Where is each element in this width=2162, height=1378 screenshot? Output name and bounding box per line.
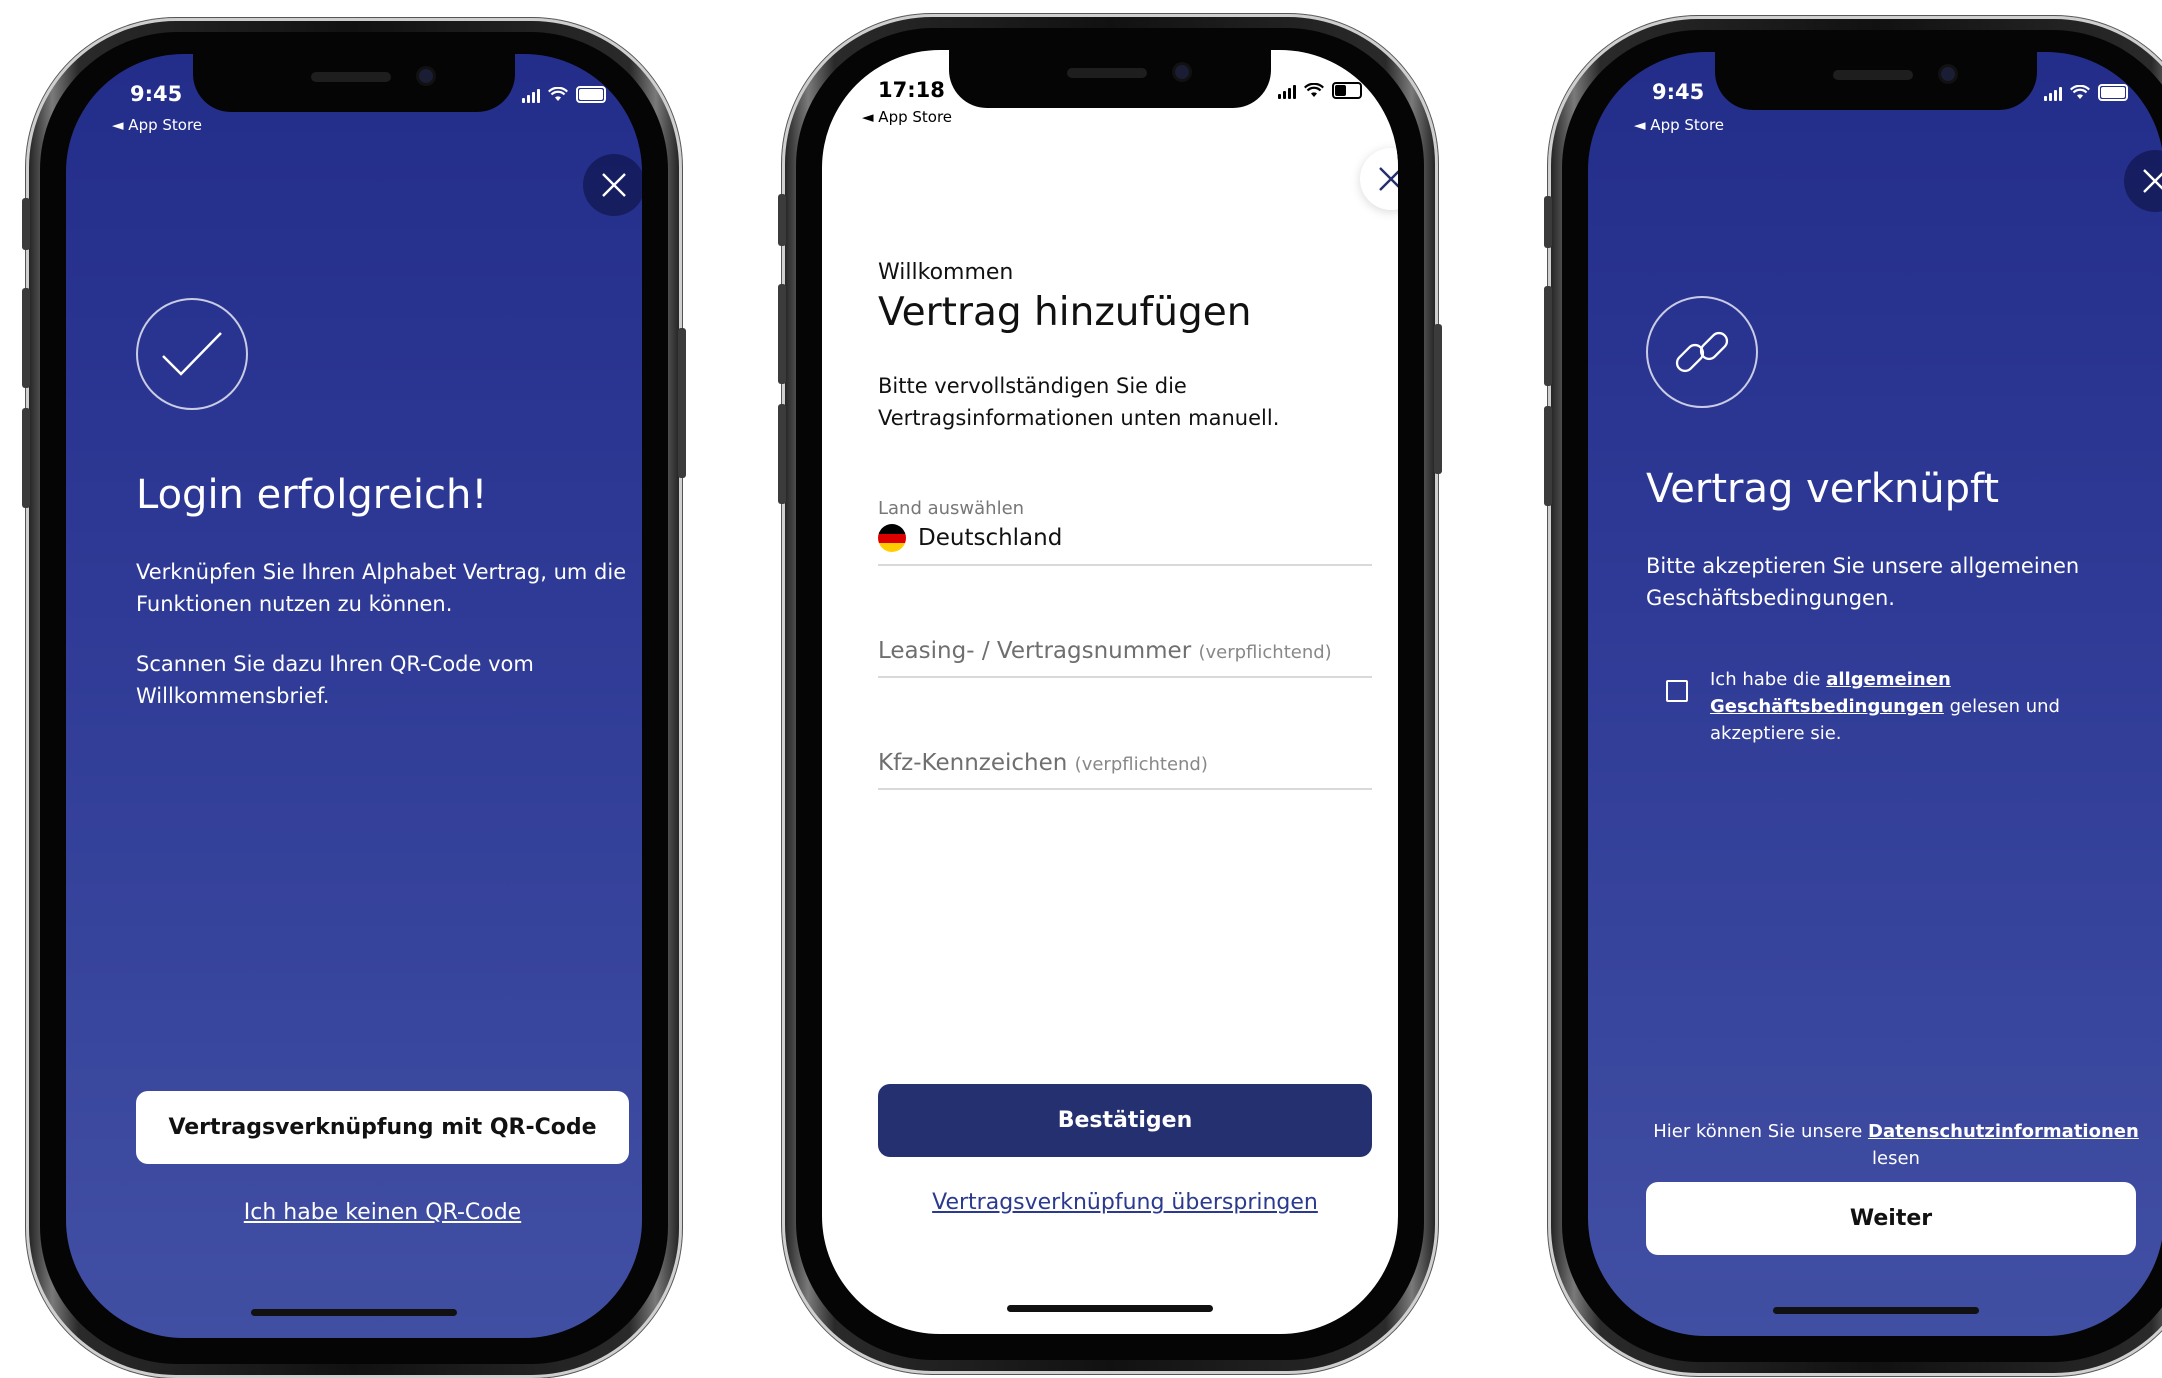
back-to-app-store[interactable]: ◄ App Store bbox=[112, 116, 202, 134]
screen-contract-linked: 9:45 ◄ App Store Vertrag verknüpft Bitte… bbox=[1588, 52, 2162, 1336]
welcome-label: Willkommen bbox=[878, 260, 1014, 285]
volume-down-button bbox=[778, 404, 786, 504]
license-plate-placeholder: Kfz-Kennzeichen bbox=[878, 750, 1068, 776]
country-underline bbox=[878, 564, 1372, 566]
phone-frame-login-success: 9:45 ◄ App Store Login erfolgreich! Verk… bbox=[22, 18, 686, 1378]
back-to-app-store[interactable]: ◄ App Store bbox=[862, 108, 952, 126]
volume-down-button bbox=[22, 408, 30, 508]
accept-terms-intro: Bitte akzeptieren Sie unsere allgemeinen… bbox=[1646, 554, 2080, 610]
power-button bbox=[1434, 324, 1442, 474]
status-icons bbox=[522, 86, 606, 103]
bezel: 9:45 ◄ App Store Vertrag verknüpft Bitte… bbox=[1562, 30, 2162, 1362]
terms-statement: Ich habe die allgemeinen Geschäftsbeding… bbox=[1710, 666, 2080, 747]
battery-icon bbox=[576, 86, 606, 103]
volume-up-button bbox=[778, 284, 786, 384]
signal-icon bbox=[522, 87, 540, 103]
notch bbox=[193, 54, 515, 112]
leasing-number-field[interactable]: Leasing- / Vertragsnummer (verpflichtend… bbox=[878, 638, 1332, 664]
qr-code-link-button[interactable]: Vertragsverknüpfung mit QR-Code bbox=[136, 1091, 629, 1164]
link-icon bbox=[1646, 296, 1758, 408]
skip-link[interactable]: Vertragsverknüpfung überspringen bbox=[878, 1190, 1372, 1215]
home-indicator bbox=[251, 1309, 457, 1316]
close-icon bbox=[602, 173, 626, 197]
battery-icon bbox=[1332, 82, 1362, 99]
home-indicator bbox=[1007, 1305, 1213, 1312]
privacy-prefix: Hier können Sie unsere bbox=[1653, 1121, 1869, 1142]
close-icon bbox=[1379, 167, 1398, 191]
scan-qr-text: Scannen Sie dazu Ihren QR-Code vom Willk… bbox=[136, 652, 534, 708]
terms-prefix: Ich habe die bbox=[1710, 669, 1827, 690]
plate-underline bbox=[878, 788, 1372, 790]
signal-icon bbox=[2044, 85, 2062, 101]
status-time: 9:45 bbox=[1652, 80, 1705, 104]
close-icon bbox=[2143, 169, 2162, 193]
status-time: 9:45 bbox=[130, 82, 183, 106]
link-contract-text: Verknüpfen Sie Ihren Alphabet Vertrag, u… bbox=[136, 560, 627, 616]
notch bbox=[949, 50, 1271, 108]
confirm-button[interactable]: Bestätigen bbox=[878, 1084, 1372, 1157]
volume-down-button bbox=[1544, 406, 1552, 506]
leasing-underline bbox=[878, 676, 1372, 678]
wifi-icon bbox=[2070, 85, 2090, 99]
plate-required-hint: (verpflichtend) bbox=[1074, 754, 1208, 775]
status-time: 17:18 bbox=[878, 78, 945, 102]
mute-switch bbox=[1544, 196, 1552, 248]
privacy-suffix: lesen bbox=[1872, 1148, 1920, 1169]
close-button[interactable] bbox=[583, 154, 642, 216]
privacy-info: Hier können Sie unsere Datenschutzinform… bbox=[1628, 1118, 2162, 1172]
mute-switch bbox=[22, 198, 30, 250]
page-title: Vertrag verknüpft bbox=[1646, 466, 2000, 512]
bezel: 9:45 ◄ App Store Login erfolgreich! Verk… bbox=[40, 32, 668, 1364]
country-select[interactable]: Deutschland bbox=[878, 524, 1062, 552]
back-to-app-store[interactable]: ◄ App Store bbox=[1634, 116, 1724, 134]
battery-icon bbox=[2098, 84, 2128, 101]
checkmark-icon bbox=[136, 298, 248, 410]
volume-up-button bbox=[1544, 286, 1552, 386]
home-indicator bbox=[1773, 1307, 1979, 1314]
mute-switch bbox=[778, 194, 786, 246]
country-label: Land auswählen bbox=[878, 498, 1025, 519]
bezel: 17:18 ◄ App Store Willkommen Vertrag hin… bbox=[796, 28, 1424, 1360]
germany-flag-icon bbox=[878, 524, 906, 552]
wifi-icon bbox=[1304, 83, 1324, 97]
terms-checkbox[interactable] bbox=[1666, 680, 1688, 702]
wifi-icon bbox=[548, 87, 568, 101]
privacy-link[interactable]: Datenschutzinformationen bbox=[1868, 1121, 2139, 1142]
country-value: Deutschland bbox=[918, 525, 1063, 551]
leasing-required-hint: (verpflichtend) bbox=[1198, 642, 1332, 663]
volume-up-button bbox=[22, 288, 30, 388]
no-qr-code-link[interactable]: Ich habe keinen QR-Code bbox=[136, 1200, 629, 1225]
status-icons bbox=[1278, 82, 1362, 99]
license-plate-field[interactable]: Kfz-Kennzeichen (verpflichtend) bbox=[878, 750, 1208, 776]
close-button[interactable] bbox=[1360, 148, 1398, 210]
phone-frame-contract-linked: 9:45 ◄ App Store Vertrag verknüpft Bitte… bbox=[1544, 16, 2162, 1376]
phone-frame-add-contract: 17:18 ◄ App Store Willkommen Vertrag hin… bbox=[778, 14, 1442, 1374]
page-title: Vertrag hinzufügen bbox=[878, 290, 1252, 335]
leasing-number-placeholder: Leasing- / Vertragsnummer bbox=[878, 638, 1192, 664]
signal-icon bbox=[1278, 83, 1296, 99]
status-icons bbox=[2044, 84, 2128, 101]
continue-button[interactable]: Weiter bbox=[1646, 1182, 2136, 1255]
screen-login-success: 9:45 ◄ App Store Login erfolgreich! Verk… bbox=[66, 54, 642, 1338]
screen-add-contract: 17:18 ◄ App Store Willkommen Vertrag hin… bbox=[822, 50, 1398, 1334]
intro-text: Bitte vervollständigen Sie die Vertragsi… bbox=[878, 374, 1280, 430]
close-button[interactable] bbox=[2124, 150, 2162, 212]
power-button bbox=[678, 328, 686, 478]
notch bbox=[1715, 52, 2037, 110]
page-title: Login erfolgreich! bbox=[136, 472, 488, 518]
